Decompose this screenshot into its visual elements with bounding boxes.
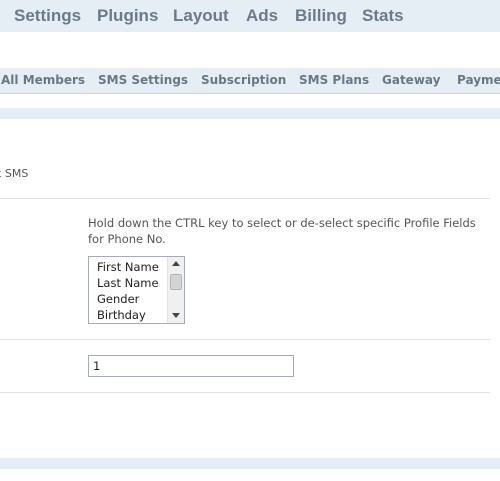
option-last-name[interactable]: Last Name [97,276,159,290]
numeric-setting-input[interactable] [88,355,294,377]
subnav-sms-settings[interactable]: SMS Settings [98,73,188,87]
row-divider [0,339,490,340]
section-footer-bar [0,458,500,469]
top-navigation: Settings Plugins Layout Ads Billing Stat… [0,0,500,32]
nav-layout[interactable]: Layout [173,6,229,26]
subnav-sms-plans[interactable]: SMS Plans [299,73,369,87]
field-label-partial: k SMS [0,167,29,180]
option-gender[interactable]: Gender [97,292,139,306]
phone-fields-multiselect[interactable]: First Name Last Name Gender Birthday [88,256,185,324]
nav-billing[interactable]: Billing [295,6,347,26]
scrollbar-thumb[interactable] [170,274,182,290]
option-first-name[interactable]: First Name [97,260,159,274]
subnav-payments[interactable]: Payme [457,73,500,87]
listbox-scrollbar[interactable] [167,257,184,323]
nav-settings[interactable]: Settings [14,6,81,26]
section-header-bar [0,108,500,119]
nav-ads[interactable]: Ads [246,6,278,26]
sub-navigation: All Members SMS Settings Subscription SM… [0,68,500,94]
subnav-all-members[interactable]: All Members [1,73,85,87]
nav-plugins[interactable]: Plugins [97,6,158,26]
option-birthday[interactable]: Birthday [97,308,146,322]
nav-stats[interactable]: Stats [362,6,404,26]
row-divider [0,392,490,393]
phone-fields-help-text: Hold down the CTRL key to select or de-s… [88,216,476,246]
subnav-subscription[interactable]: Subscription [201,73,286,87]
header-spacer [0,32,500,68]
row-divider [0,198,490,199]
scroll-down-icon[interactable] [172,313,180,318]
scroll-up-icon[interactable] [172,261,180,266]
subnav-gateway[interactable]: Gateway [382,73,440,87]
